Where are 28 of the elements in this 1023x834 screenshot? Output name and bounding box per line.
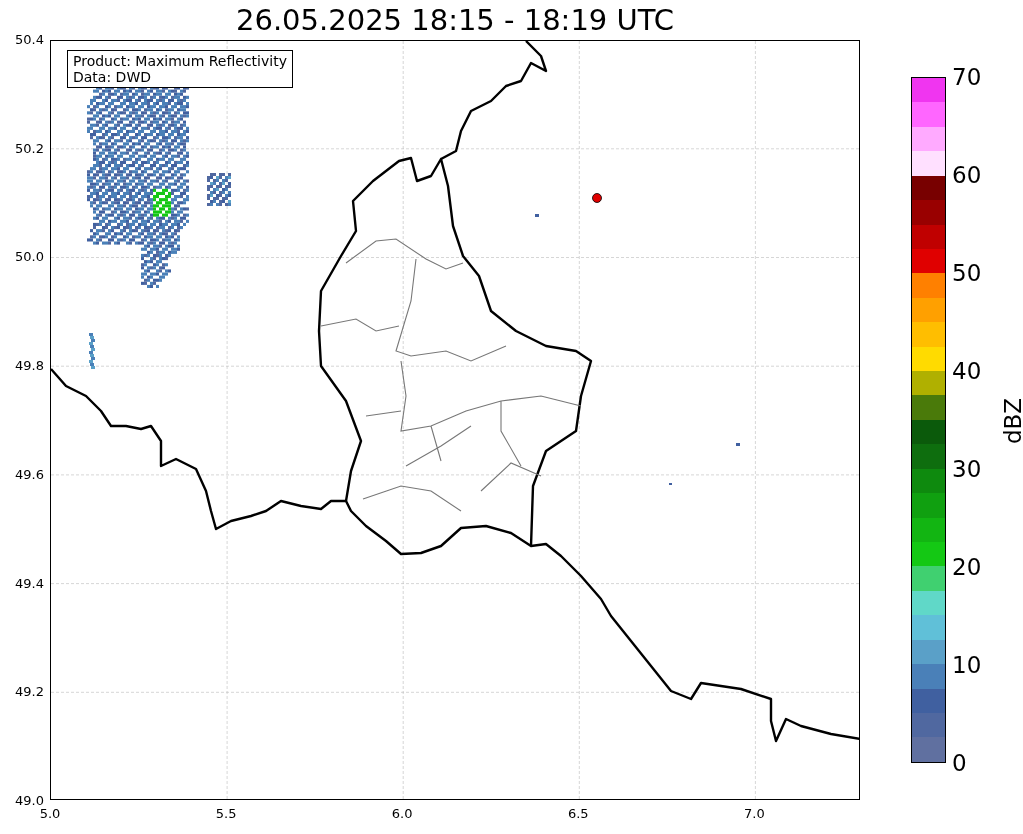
- radar-echo: [736, 443, 740, 446]
- colorbar-tick-label: 0: [952, 750, 967, 776]
- y-tick-label: 50.0: [14, 249, 44, 266]
- y-tick-label: 50.4: [14, 32, 44, 48]
- x-tick-label: 5.5: [214, 806, 238, 822]
- colorbar-tick-label: 50: [952, 260, 982, 286]
- x-tick-label: 6.0: [390, 806, 414, 822]
- info-text: Data: DWD: [73, 69, 152, 85]
- y-tick-label: 49.8: [14, 358, 44, 375]
- colorbar-tick-label: 40: [952, 358, 982, 384]
- colorbar-tick-label: 10: [952, 652, 982, 678]
- y-tick-label: 49.4: [14, 575, 44, 592]
- colorbar-label: dBZ: [1000, 397, 1023, 445]
- colorbar-tick-label: 30: [952, 456, 982, 482]
- radar-echo: [535, 214, 539, 217]
- y-tick-label: 50.2: [14, 140, 44, 157]
- colorbar-tick-label: 20: [952, 554, 982, 580]
- x-tick-label: 6.5: [566, 806, 590, 822]
- x-tick-label: 5.0: [38, 806, 62, 822]
- colorbar-tick-label: 70: [952, 64, 982, 90]
- chart-title: 26.05.2025 18:15 - 18:19 UTC: [235, 2, 675, 38]
- y-tick-label: 49.0: [14, 792, 44, 809]
- info-text: Product: Maximum Reflectivity: [73, 53, 287, 69]
- colorbar-tick-label: 60: [952, 162, 982, 188]
- y-tick-label: 49.6: [14, 466, 44, 483]
- y-tick-label: 49.2: [14, 684, 44, 701]
- location-marker: [592, 193, 602, 203]
- x-tick-label: 7.0: [743, 806, 766, 822]
